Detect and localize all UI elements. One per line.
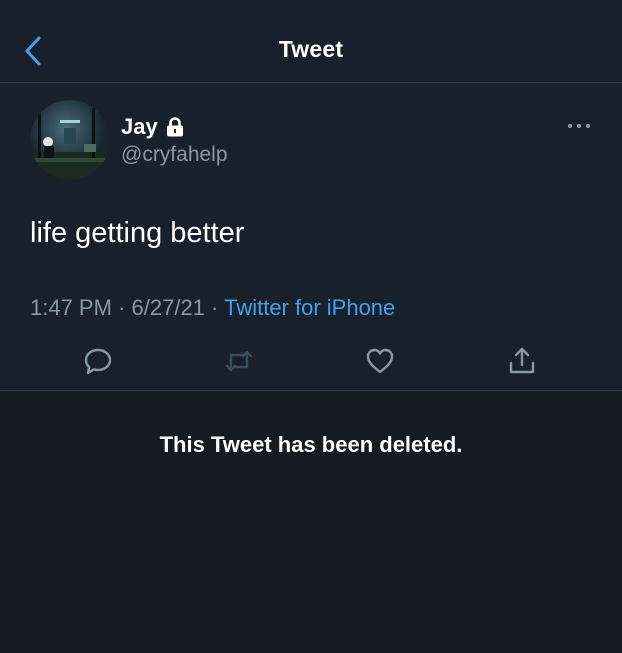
reply-button[interactable] (82, 345, 114, 377)
page-title: Tweet (278, 36, 344, 62)
tweet-card: Jay @cryfahelp life getting better 1:47 … (0, 83, 622, 391)
retweet-button[interactable] (223, 345, 255, 377)
display-name: Jay (121, 114, 158, 139)
share-button[interactable] (506, 345, 538, 377)
reply-icon (84, 348, 112, 375)
tweet-time: 1:47 PM (30, 295, 112, 320)
retweet-icon (225, 350, 253, 372)
more-horizontal-icon (567, 123, 591, 129)
tweet-source-link[interactable]: Twitter for iPhone (224, 295, 395, 320)
author-name-row[interactable]: Jay (121, 113, 184, 141)
meta-separator: · (118, 295, 126, 320)
more-options-button[interactable] (566, 119, 592, 131)
share-icon (509, 347, 535, 374)
like-button[interactable] (364, 345, 396, 377)
like-icon (366, 348, 394, 374)
author-handle[interactable]: @cryfahelp (121, 143, 228, 167)
avatar[interactable] (30, 100, 110, 180)
tweet-detail-screen: Tweet Jay @cryfahelp life getting better… (0, 0, 622, 653)
meta-separator: · (211, 295, 219, 320)
top-navigation-bar: Tweet (0, 0, 622, 83)
tweet-date: 6/27/21 (131, 295, 205, 320)
deleted-tweet-notice: This Tweet has been deleted. (159, 432, 463, 457)
tweet-metadata: 1:47 PM · 6/27/21 · Twitter for iPhone (30, 295, 395, 321)
tweet-text: life getting better (30, 217, 245, 249)
lock-icon (166, 116, 184, 138)
